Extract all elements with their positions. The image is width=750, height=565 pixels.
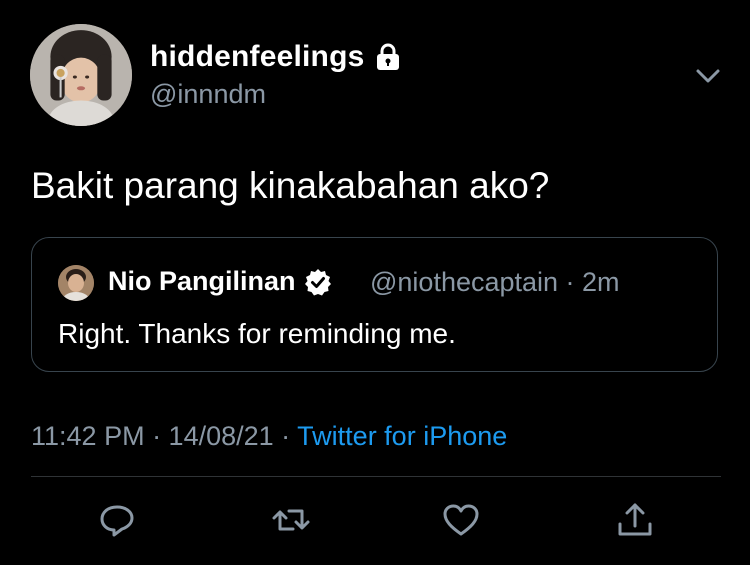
quote-display-name[interactable]: Nio Pangilinan: [108, 266, 296, 297]
share-icon[interactable]: [615, 500, 655, 540]
quoted-tweet[interactable]: Nio Pangilinan @niothecaptain · 2m Right…: [31, 237, 718, 372]
display-name-row[interactable]: hiddenfeelings: [150, 40, 401, 74]
tweet-text: Bakit parang kinakabahan ako?: [31, 165, 550, 206]
chevron-down-icon[interactable]: [694, 62, 722, 90]
quote-name-row[interactable]: Nio Pangilinan: [108, 266, 332, 297]
quote-avatar[interactable]: [58, 265, 94, 301]
verified-badge-icon: [304, 268, 332, 296]
handle[interactable]: @innndm: [150, 79, 266, 110]
avatar[interactable]: [30, 24, 132, 126]
retweet-icon[interactable]: [271, 500, 311, 540]
source-link[interactable]: Twitter for iPhone: [297, 421, 507, 451]
avatar-image: [30, 24, 132, 126]
tweet-meta: 11:42 PM · 14/08/21 · Twitter for iPhone: [31, 421, 507, 452]
timestamp[interactable]: 11:42 PM · 14/08/21 ·: [31, 421, 297, 451]
quote-handle-time: @niothecaptain · 2m: [370, 267, 620, 297]
quote-text: Right. Thanks for reminding me.: [58, 318, 456, 349]
reply-icon[interactable]: [97, 500, 137, 540]
divider: [31, 476, 721, 477]
lock-icon: [375, 43, 401, 71]
display-name[interactable]: hiddenfeelings: [150, 40, 365, 74]
heart-icon[interactable]: [441, 500, 481, 540]
